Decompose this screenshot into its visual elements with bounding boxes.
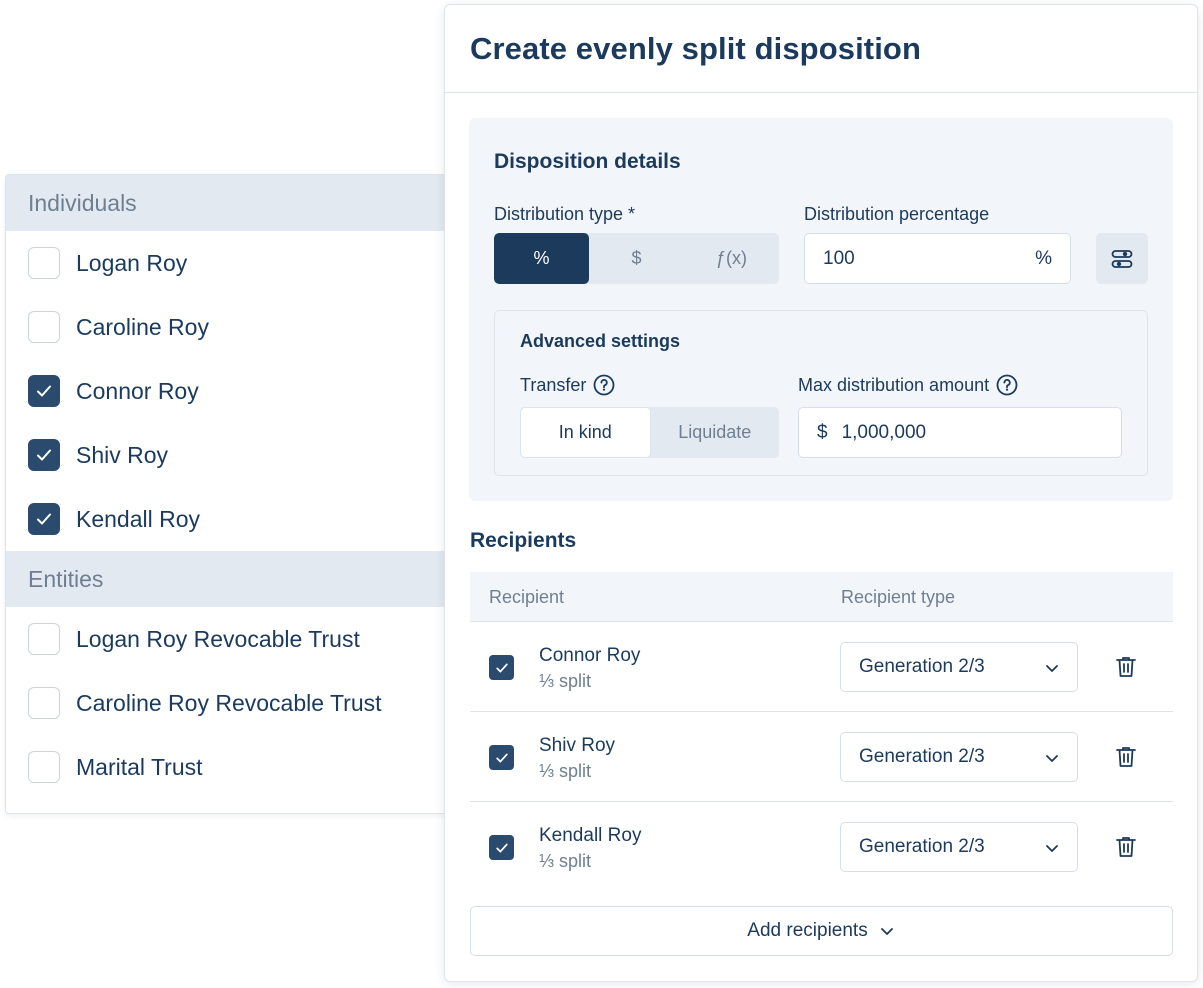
checkbox[interactable]: [28, 311, 60, 343]
disposition-card: Create evenly split disposition Disposit…: [444, 4, 1198, 982]
picker-item-label: Marital Trust: [76, 753, 203, 780]
recipients-table-header: Recipient Recipient type: [470, 572, 1173, 622]
recipient-split: ⅓ split: [539, 761, 592, 781]
advanced-settings-title: Advanced settings: [520, 331, 681, 351]
checkbox-checked[interactable]: [28, 375, 60, 407]
picker-item-marital-trust[interactable]: Marital Trust: [6, 735, 464, 799]
recipient-split: ⅓ split: [539, 851, 592, 871]
transfer-label-text: Transfer: [520, 375, 587, 395]
picker-item-logan-roy-revocable-trust[interactable]: Logan Roy Revocable Trust: [6, 607, 464, 671]
picker-item-label: Caroline Roy Revocable Trust: [76, 689, 382, 716]
table-row: Shiv Roy ⅓ split Generation 2/3: [470, 712, 1173, 802]
recipient-type-value: Generation 2/3: [859, 836, 985, 857]
check-icon: [495, 753, 508, 762]
sliders-icon: [1111, 249, 1133, 268]
transfer-in-kind-option[interactable]: In kind: [520, 407, 651, 458]
chevron-down-icon: [1046, 755, 1058, 762]
table-row: Connor Roy ⅓ split Generation 2/3: [470, 622, 1173, 712]
advanced-settings-box: Advanced settings Transfer In kind Liqui…: [494, 310, 1148, 476]
picker-item-label: Caroline Roy: [76, 313, 209, 340]
dollar-prefix: $: [817, 421, 828, 443]
recipient-picker-panel: Individuals Logan Roy Caroline Roy Conno…: [5, 174, 465, 814]
check-icon: [495, 843, 508, 852]
checkbox[interactable]: [28, 687, 60, 719]
help-icon[interactable]: [593, 374, 615, 396]
recipient-split: ⅓ split: [539, 671, 592, 691]
chevron-down-icon: [1046, 845, 1058, 852]
picker-item-connor-roy[interactable]: Connor Roy: [6, 359, 464, 423]
recipients-table: Recipient Recipient type Connor Roy ⅓ sp…: [470, 572, 1173, 892]
recipient-type-select[interactable]: Generation 2/3: [840, 732, 1078, 782]
picker-item-caroline-roy-revocable-trust[interactable]: Caroline Roy Revocable Trust: [6, 671, 464, 735]
card-header: Create evenly split disposition: [445, 5, 1197, 93]
page-title: Create evenly split disposition: [470, 30, 921, 66]
picker-item-kendall-roy[interactable]: Kendall Roy: [6, 487, 464, 551]
recipient-name: Kendall Roy: [539, 825, 642, 846]
picker-item-shiv-roy[interactable]: Shiv Roy: [6, 423, 464, 487]
check-icon: [495, 663, 508, 672]
row-checkbox[interactable]: [489, 655, 514, 680]
transfer-toggle: In kind Liquidate: [520, 407, 779, 458]
add-recipients-button[interactable]: Add recipients: [470, 906, 1173, 956]
group-header-entities: Entities: [6, 551, 464, 607]
recipient-name: Shiv Roy: [539, 735, 616, 756]
distribution-type-toggle: % $ ƒ(x): [494, 233, 779, 284]
checkbox[interactable]: [28, 751, 60, 783]
row-checkbox[interactable]: [489, 745, 514, 770]
picker-item-label: Kendall Roy: [76, 505, 201, 532]
chevron-down-icon: [880, 928, 893, 935]
recipient-type-value: Generation 2/3: [859, 746, 985, 767]
check-icon: [37, 385, 51, 397]
trash-icon[interactable]: [1115, 655, 1137, 684]
distribution-percentage-value: 100: [823, 247, 855, 269]
section-title: Disposition details: [494, 150, 681, 173]
picker-item-label: Logan Roy Revocable Trust: [76, 625, 360, 652]
help-icon[interactable]: [996, 374, 1018, 396]
max-distribution-field[interactable]: $ 1,000,000: [798, 407, 1122, 458]
column-header-recipient: Recipient: [489, 587, 565, 607]
distribution-type-dollar-option[interactable]: $: [589, 233, 684, 284]
row-checkbox[interactable]: [489, 835, 514, 860]
recipient-type-value: Generation 2/3: [859, 656, 985, 677]
picker-item-label: Connor Roy: [76, 377, 199, 404]
recipient-name: Connor Roy: [539, 645, 641, 666]
checkbox[interactable]: [28, 247, 60, 279]
distribution-percentage-field[interactable]: 100 %: [804, 233, 1071, 284]
table-row: Kendall Roy ⅓ split Generation 2/3: [470, 802, 1173, 892]
trash-icon[interactable]: [1115, 835, 1137, 864]
checkbox-checked[interactable]: [28, 439, 60, 471]
transfer-label: Transfer: [520, 374, 615, 396]
max-distribution-label-text: Max distribution amount: [798, 375, 990, 395]
disposition-details-section: Disposition details Distribution type * …: [469, 118, 1173, 501]
add-recipients-label: Add recipients: [747, 920, 868, 941]
distribution-type-label: Distribution type *: [494, 204, 636, 224]
trash-icon[interactable]: [1115, 745, 1137, 774]
group-header-individuals: Individuals: [6, 175, 464, 231]
transfer-liquidate-option[interactable]: Liquidate: [651, 407, 780, 458]
distribution-type-percent-option[interactable]: %: [494, 233, 589, 284]
distribution-percentage-label: Distribution percentage: [804, 204, 990, 224]
max-distribution-value: 1,000,000: [841, 421, 927, 443]
checkbox-checked[interactable]: [28, 503, 60, 535]
recipient-type-select[interactable]: Generation 2/3: [840, 822, 1078, 872]
check-icon: [37, 449, 51, 461]
picker-item-caroline-roy[interactable]: Caroline Roy: [6, 295, 464, 359]
recipient-type-select[interactable]: Generation 2/3: [840, 642, 1078, 692]
chevron-down-icon: [1046, 665, 1058, 672]
picker-item-label: Logan Roy: [76, 249, 188, 276]
sliders-icon-button[interactable]: [1096, 233, 1148, 284]
checkbox[interactable]: [28, 623, 60, 655]
check-icon: [37, 513, 51, 525]
picker-item-label: Shiv Roy: [76, 441, 169, 468]
percent-suffix: %: [1035, 247, 1052, 269]
distribution-type-formula-option[interactable]: ƒ(x): [684, 233, 779, 284]
column-header-recipient-type: Recipient type: [841, 587, 956, 607]
recipients-title: Recipients: [470, 529, 577, 552]
picker-item-logan-roy[interactable]: Logan Roy: [6, 231, 464, 295]
max-distribution-label: Max distribution amount: [798, 374, 1018, 396]
